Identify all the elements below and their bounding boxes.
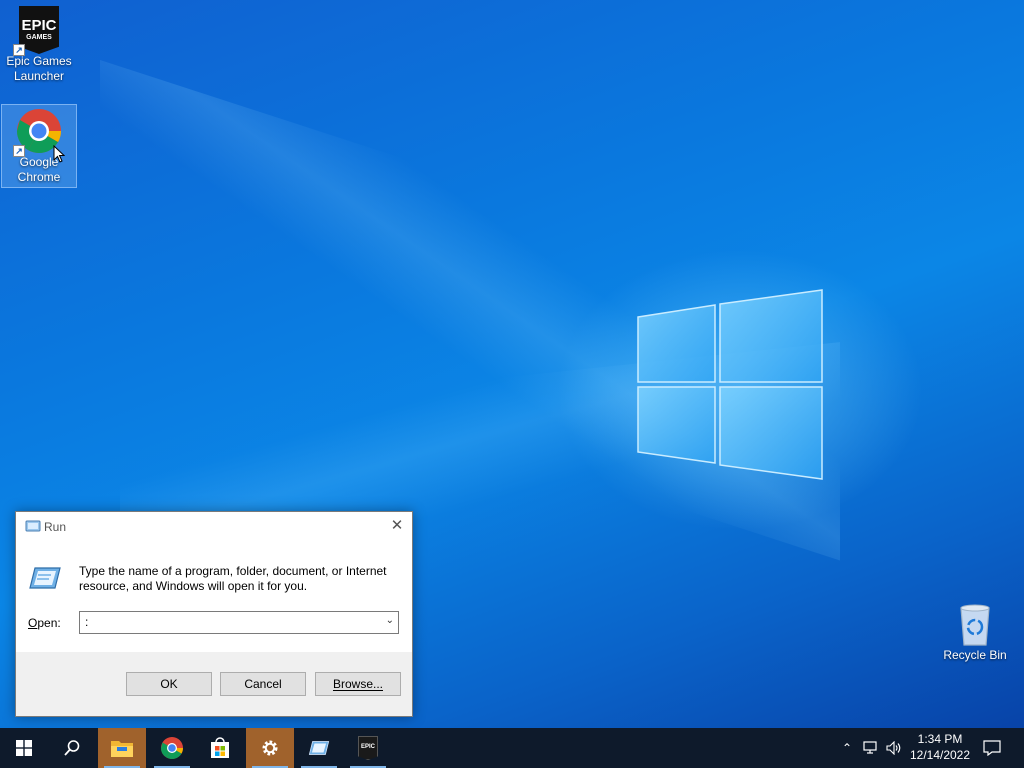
run-title: Run bbox=[44, 520, 67, 534]
taskbar: EPIC ⌃ 1:34 PM 12/14/2022 bbox=[0, 728, 1024, 768]
epic-badge-subtext: GAMES bbox=[26, 33, 52, 41]
desktop-icon-google-chrome[interactable]: ↗ Google Chrome bbox=[1, 104, 77, 188]
desktop-icon-label: Recycle Bin bbox=[943, 648, 1007, 662]
desktop-icon-recycle-bin[interactable]: Recycle Bin bbox=[937, 600, 1013, 663]
desktop-icon-label: Launcher bbox=[13, 69, 65, 83]
open-input[interactable]: : bbox=[85, 615, 88, 629]
show-hidden-icons-button[interactable]: ⌃ bbox=[838, 728, 856, 768]
epic-games-icon: EPIC GAMES ↗ bbox=[13, 6, 63, 56]
chrome-icon: ↗ bbox=[13, 107, 65, 163]
epic-badge-text: EPIC bbox=[21, 16, 57, 34]
close-button[interactable]: ✕ bbox=[382, 512, 412, 542]
taskbar-file-explorer[interactable] bbox=[98, 728, 146, 768]
run-icon bbox=[25, 520, 41, 532]
taskbar-run[interactable] bbox=[295, 728, 343, 768]
clock[interactable]: 1:34 PM 12/14/2022 bbox=[900, 731, 980, 763]
recycle-bin-icon bbox=[951, 600, 999, 648]
search-button[interactable] bbox=[48, 728, 96, 768]
run-body: Type the name of a program, folder, docu… bbox=[16, 542, 412, 654]
run-title-bar[interactable]: Run ✕ bbox=[16, 512, 412, 542]
desktop-icon-epic-games[interactable]: EPIC GAMES ↗ Epic Games Launcher bbox=[1, 6, 77, 84]
open-label-text: pen: bbox=[37, 616, 61, 630]
run-program-icon bbox=[29, 567, 61, 589]
run-icon bbox=[308, 741, 330, 755]
cancel-button[interactable]: Cancel bbox=[220, 672, 306, 696]
taskbar-epic-games[interactable]: EPIC bbox=[344, 728, 392, 768]
run-dialog: Run ✕ Type the name of a program, folder… bbox=[15, 511, 413, 717]
folder-icon bbox=[111, 741, 133, 757]
chevron-down-icon[interactable]: ⌄ bbox=[386, 615, 394, 626]
open-label: Open: bbox=[28, 616, 61, 630]
desktop-icon-label: Chrome bbox=[17, 170, 61, 184]
chevron-up-icon: ⌃ bbox=[841, 741, 853, 755]
browse-label: Browse... bbox=[332, 677, 383, 691]
windows-start-icon bbox=[16, 740, 32, 756]
open-combobox[interactable]: : ⌄ bbox=[79, 611, 399, 634]
network-button[interactable] bbox=[860, 728, 882, 768]
clock-time: 1:34 PM bbox=[917, 732, 963, 746]
shortcut-arrow-icon: ↗ bbox=[13, 145, 25, 157]
browse-button[interactable]: Browse... bbox=[315, 672, 401, 696]
run-button-bar: OK Cancel Browse... bbox=[16, 652, 412, 716]
run-description: Type the name of a program, folder, docu… bbox=[79, 564, 387, 593]
clock-date: 12/14/2022 bbox=[909, 748, 971, 762]
epic-games-icon: EPIC bbox=[358, 736, 378, 760]
taskbar-chrome[interactable] bbox=[148, 728, 196, 768]
chrome-icon bbox=[161, 737, 183, 759]
mouse-cursor-icon bbox=[53, 145, 65, 163]
windows-logo-wallpaper bbox=[637, 289, 823, 480]
taskbar-microsoft-store[interactable] bbox=[196, 728, 244, 768]
desktop-icon-label: Epic Games bbox=[6, 54, 72, 68]
desktop: EPIC GAMES ↗ Epic Games Launcher ↗ Googl… bbox=[0, 0, 1024, 728]
search-icon bbox=[64, 740, 80, 756]
start-button[interactable] bbox=[0, 728, 48, 768]
gear-icon bbox=[262, 740, 278, 756]
taskbar-settings[interactable] bbox=[246, 728, 294, 768]
ok-button[interactable]: OK bbox=[126, 672, 212, 696]
notification-icon bbox=[983, 740, 1001, 756]
shortcut-arrow-icon: ↗ bbox=[13, 44, 25, 56]
network-icon bbox=[863, 741, 877, 754]
action-center-button[interactable] bbox=[980, 728, 1004, 768]
open-label-accesskey: O bbox=[28, 616, 38, 630]
store-icon bbox=[211, 737, 229, 758]
